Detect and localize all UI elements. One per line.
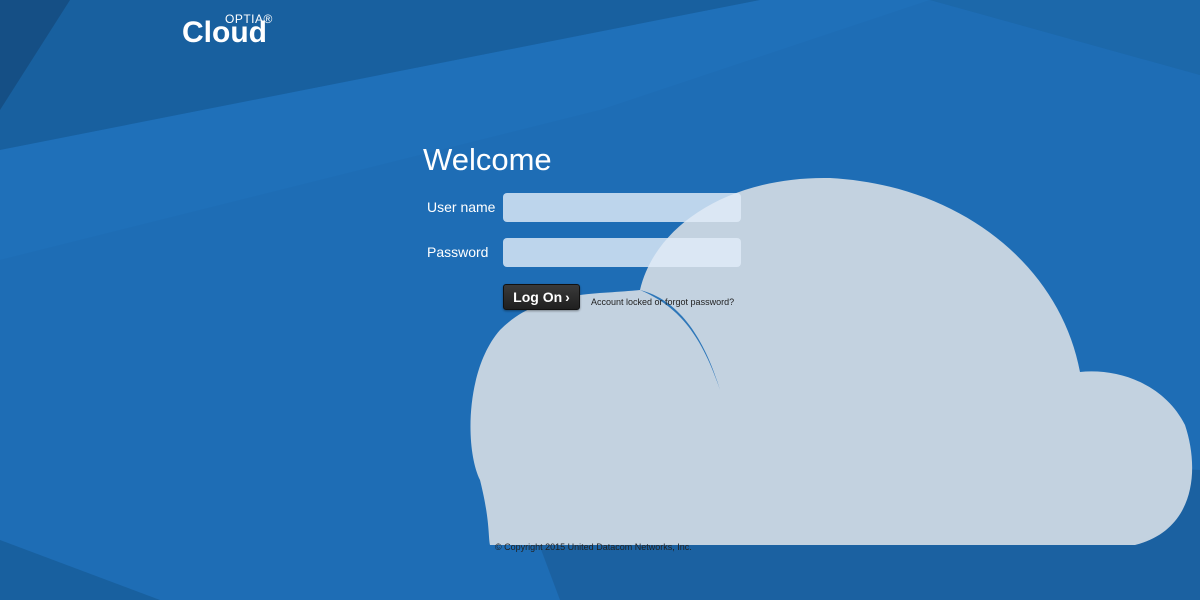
copyright-text: © Copyright 2015 United Datacom Networks…	[495, 542, 692, 552]
optia-cloud-logo: OPTIA® Cloud	[182, 12, 302, 52]
logo-cloud-text: Cloud	[182, 16, 267, 49]
page-title: Welcome	[423, 142, 552, 177]
forgot-password-link[interactable]: Account locked or forgot password?	[591, 297, 734, 307]
username-input[interactable]	[503, 193, 741, 222]
login-page: OPTIA® Cloud Welcome User name Password …	[0, 0, 1200, 600]
chevron-right-icon: ›	[565, 289, 570, 305]
log-on-label: Log On	[513, 289, 563, 305]
log-on-button[interactable]: Log On ›	[503, 284, 580, 310]
password-label: Password	[427, 244, 489, 260]
username-label: User name	[427, 199, 496, 215]
password-input[interactable]	[503, 238, 741, 267]
